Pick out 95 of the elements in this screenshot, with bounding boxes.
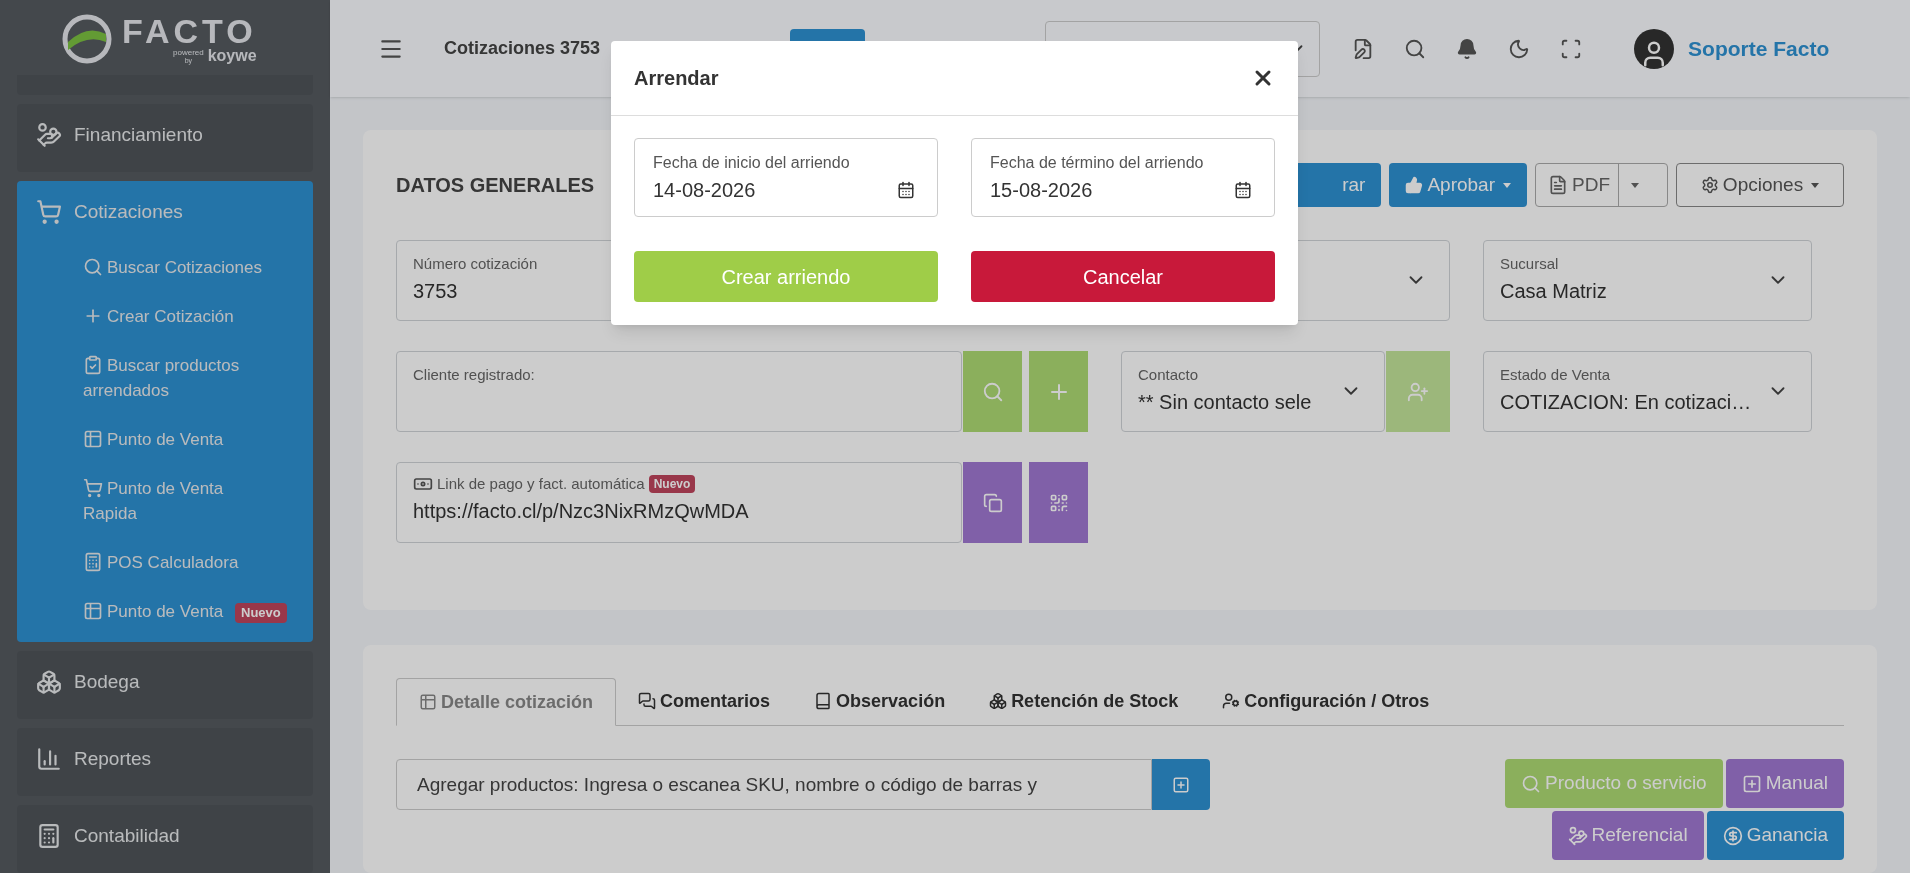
chat-bubbles-icon (638, 692, 657, 710)
sidebar-item[interactable]: Cotizaciones (17, 181, 313, 243)
boxes-icon (36, 669, 62, 695)
sidebar-subitem[interactable]: Punto de Venta Rapida (83, 476, 273, 526)
caret-icon (1811, 182, 1820, 188)
sidebar-subitem[interactable]: Buscar productos arrendados (83, 353, 273, 403)
field-value: 3753 (413, 278, 458, 304)
copy-button[interactable] (962, 462, 1022, 543)
action-button[interactable]: Aprobar (1389, 163, 1527, 207)
new-badge: Nuevo (235, 603, 287, 623)
field-label: Fecha de término del arriendo (990, 153, 1205, 173)
field-value: ** Sin contacto sele (1138, 389, 1312, 415)
gear-icon (1700, 176, 1719, 194)
field-value: 15-08-2026 (990, 178, 1093, 203)
hand-coin-icon (1567, 825, 1588, 846)
product-button[interactable]: Manual (1725, 759, 1844, 808)
date-field[interactable]: Fecha de inicio del arriendo 14-08-2026 (634, 138, 938, 217)
tab[interactable]: Comentarios (616, 677, 793, 725)
sidebar-subitem[interactable]: Punto de Venta (83, 599, 224, 624)
cart-icon (36, 199, 62, 225)
sidebar-item[interactable]: Contabilidad (17, 805, 313, 867)
qr-button[interactable] (1028, 462, 1088, 543)
tab[interactable]: Observación (792, 677, 968, 725)
form-field[interactable]: Sucursal Casa Matriz (1483, 240, 1812, 321)
thumbs-up-icon (1405, 176, 1424, 194)
cart-icon (83, 477, 103, 498)
calendar-icon (1234, 181, 1252, 199)
sidebar-item[interactable]: Bodega (17, 651, 313, 713)
field-value: https://facto.cl/p/Nzc3NixRMzQwMDA (413, 498, 750, 524)
sidebar-item[interactable]: Financiamiento (17, 104, 313, 166)
search-icon[interactable] (1404, 37, 1427, 60)
user-name[interactable]: Soporte Facto (1688, 32, 1830, 65)
search-icon (981, 380, 1004, 403)
field-label: Estado de Venta (1500, 365, 1612, 385)
plus-square-icon (1741, 773, 1762, 794)
modal-title: Arrendar (634, 66, 719, 91)
section-title: DATOS GENERALES (396, 173, 595, 198)
user-plus-icon (1407, 380, 1429, 403)
hand-coin-icon (36, 122, 62, 148)
logo-wordmark: FACTO (122, 14, 257, 48)
form-field[interactable]: Link de pago y fact. automática Nuevo https://facto.cl/p/Nzc3NixRMzQwMDA (396, 462, 962, 543)
sidebar-subitem[interactable]: Crear Cotización (83, 304, 234, 329)
copy-icon (982, 492, 1003, 513)
field-label: Fecha de inicio del arriendo (653, 153, 851, 173)
sidebar-subitem[interactable]: Punto de Venta (83, 427, 224, 452)
field-label: Contacto (1138, 365, 1200, 385)
calendar-icon (897, 181, 915, 199)
caret-icon (1503, 182, 1511, 188)
powered-text: powered (173, 49, 204, 57)
field-label: Sucursal (1500, 254, 1560, 274)
field-value: 14-08-2026 (653, 178, 756, 203)
field-label: Cliente registrado: (413, 365, 536, 385)
form-field[interactable]: Contacto ** Sin contacto sele (1121, 351, 1385, 432)
product-button[interactable]: Ganancia (1706, 811, 1844, 860)
field-label: Número cotización (413, 254, 539, 274)
product-search-field[interactable]: Agregar productos: Ingresa o escanea SKU, nombre o código de barras y (396, 759, 1152, 810)
avatar-icon[interactable] (1634, 28, 1675, 69)
tab[interactable]: Retención de Stock (967, 677, 1201, 725)
action-button[interactable]: PDF (1535, 163, 1668, 207)
pdf-file-icon (1548, 175, 1568, 195)
date-field[interactable]: Fecha de término del arriendo 15-08-2026 (971, 138, 1275, 217)
book-icon (814, 692, 833, 710)
page-title: Cotizaciones 3753 (444, 37, 601, 60)
grid-icon (419, 693, 437, 711)
calculator-icon (83, 551, 103, 572)
logo-icon (60, 12, 114, 66)
action-button[interactable]: Opciones (1676, 163, 1844, 207)
clipboard-check-icon (83, 354, 103, 375)
product-button[interactable]: Referencial (1551, 811, 1704, 860)
tab[interactable]: Detalle cotización (396, 678, 617, 726)
field-label: Link de pago y fact. automática (437, 474, 645, 494)
new-badge: Nuevo (648, 475, 696, 494)
user-gear-icon (1222, 692, 1241, 710)
field-value: Casa Matriz (1500, 278, 1607, 304)
moon-icon[interactable] (1508, 37, 1531, 60)
calculator-icon (36, 823, 62, 849)
field-value: COTIZACION: En cotizaci… (1500, 389, 1752, 415)
grid-icon (83, 600, 103, 621)
sidebar-item[interactable]: Reportes (17, 728, 313, 790)
plus-square-icon (1172, 775, 1190, 794)
qr-code-icon (1048, 492, 1069, 513)
grid-icon (83, 428, 103, 449)
sidebar-subitem[interactable]: Buscar Cotizaciones (83, 255, 262, 280)
form-field[interactable]: Cliente registrado: (396, 351, 962, 432)
search-icon (83, 256, 103, 277)
bar-chart-icon (36, 746, 62, 772)
search-icon (1521, 773, 1542, 794)
form-field[interactable]: Estado de Venta COTIZACION: En cotizaci… (1483, 351, 1812, 432)
boxes-icon (989, 692, 1008, 710)
sidebar-subitem[interactable]: POS Calculadora (83, 550, 239, 575)
bell-icon[interactable] (1456, 37, 1479, 60)
modal-button[interactable]: Cancelar (971, 251, 1275, 302)
koywe-text: koywe (207, 48, 257, 64)
tab[interactable]: Configuración / Otros (1200, 677, 1452, 725)
fullscreen-icon[interactable] (1560, 37, 1583, 60)
